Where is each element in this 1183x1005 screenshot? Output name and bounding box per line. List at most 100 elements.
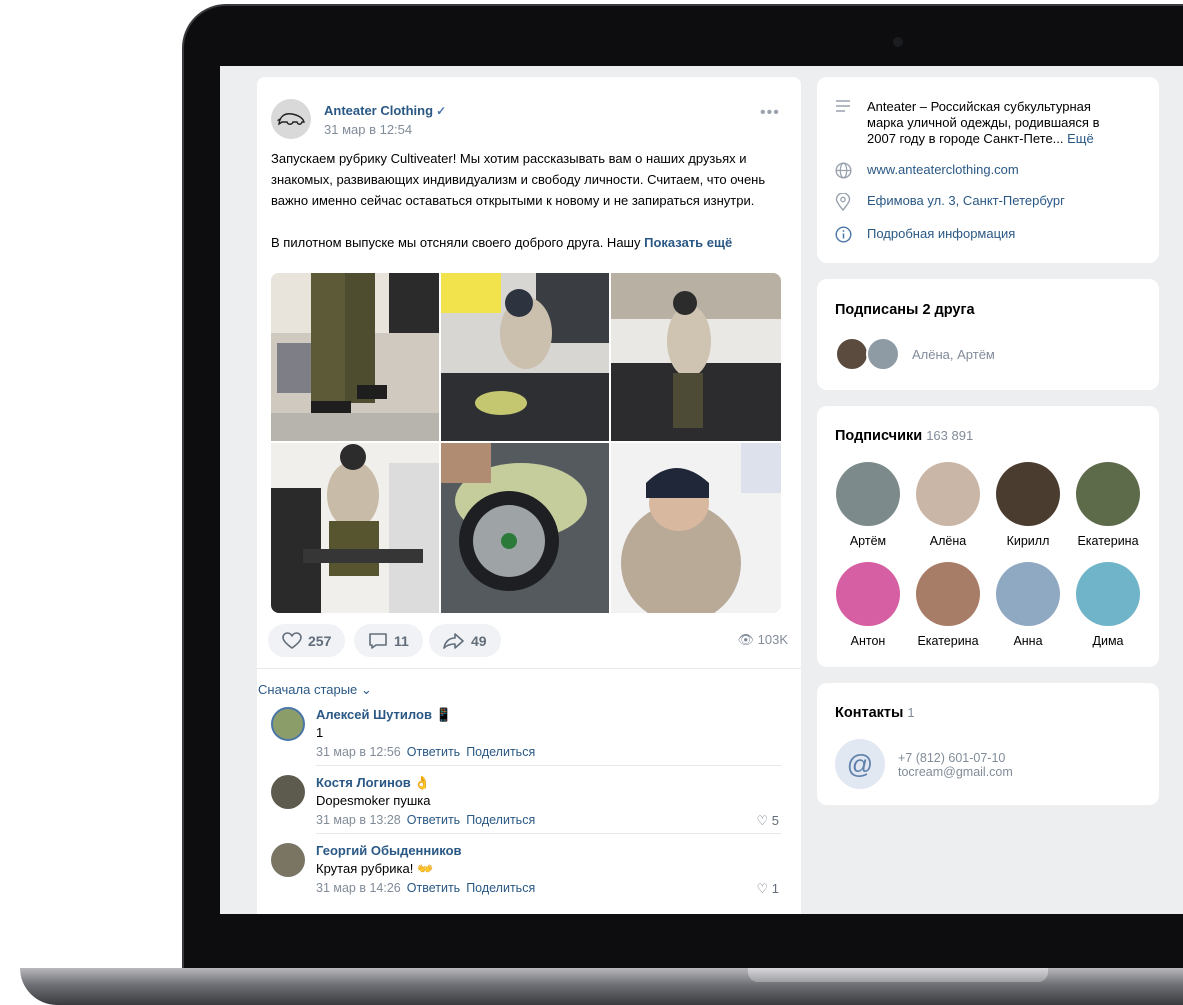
contacts-title[interactable]: Контакты 1: [835, 705, 915, 721]
subscribers-count: 163 891: [926, 428, 974, 443]
comment-like-button[interactable]: ♡ 5: [757, 813, 780, 829]
verified-icon: ✓: [436, 104, 447, 118]
comment-meta: 31 мар в 13:28 Ответить Поделиться: [316, 813, 536, 827]
screen: Anteater Clothing ✓ 31 мар в 12:54 ••• За…: [220, 66, 1183, 914]
comment-avatar[interactable]: [271, 843, 305, 877]
post-text: Запускаем рубрику Cultiveater! Мы хотим …: [271, 148, 791, 253]
anteater-logo-icon: [277, 113, 305, 126]
comment-meta: 31 мар в 14:26 Ответить Поделиться: [316, 881, 536, 895]
subscriber-avatar[interactable]: [836, 562, 900, 626]
photo-1: [271, 273, 439, 441]
globe-icon: [835, 162, 853, 183]
subscriber-item[interactable]: Дима: [1073, 562, 1143, 648]
post-date[interactable]: 31 мар в 12:54: [324, 122, 412, 137]
post-paragraph-2: В пилотном выпуске мы отсняли своего доб…: [271, 235, 733, 250]
share-link[interactable]: Поделиться: [466, 813, 535, 827]
like-count: 257: [308, 632, 332, 649]
friend-avatar[interactable]: [866, 337, 900, 371]
photo-6: [611, 443, 781, 613]
friends-title[interactable]: Подписаны 2 друга: [835, 302, 975, 318]
subscriber-avatar[interactable]: [1076, 462, 1140, 526]
comment-like-button[interactable]: ♡ 1: [757, 881, 780, 897]
subscriber-avatar[interactable]: [996, 462, 1060, 526]
address-link[interactable]: Ефимова ул. 3, Санкт-Петербург: [867, 193, 1065, 215]
comment-author[interactable]: Георгий Обыденников: [316, 843, 462, 858]
comment-button[interactable]: 11: [354, 624, 423, 657]
info-card: Anteater – Российская субкультурная марк…: [817, 77, 1159, 263]
share-link[interactable]: Поделиться: [466, 881, 535, 895]
subscriber-name[interactable]: Алёна: [913, 534, 983, 548]
contact-phone[interactable]: +7 (812) 601-07-10: [898, 751, 1005, 765]
subscriber-item[interactable]: Артём: [833, 462, 903, 548]
subscriber-name[interactable]: Артём: [833, 534, 903, 548]
subscriber-item[interactable]: Кирилл: [993, 462, 1063, 548]
photo-5: [441, 443, 609, 613]
description-row: Anteater – Российская субкультурная марк…: [835, 99, 1117, 147]
comment-icon: [369, 632, 387, 649]
subscriber-item[interactable]: Екатерина: [913, 562, 983, 648]
photo-2: [441, 273, 609, 441]
photo-collage[interactable]: [271, 273, 781, 613]
post-paragraph-1: Запускаем рубрику Cultiveater! Мы хотим …: [271, 151, 766, 208]
subscriber-avatar[interactable]: [916, 562, 980, 626]
author-name[interactable]: Anteater Clothing: [324, 103, 433, 118]
subscriber-name[interactable]: Анна: [993, 634, 1063, 648]
reply-link[interactable]: Ответить: [407, 745, 460, 759]
subscribers-title[interactable]: Подписчики 163 891: [835, 428, 973, 444]
divider: [316, 765, 781, 766]
laptop-notch: [748, 968, 1048, 982]
comment-avatar[interactable]: [271, 707, 305, 741]
comment-sort-dropdown[interactable]: Сначала старые ⌄: [258, 682, 372, 698]
description-more-link[interactable]: Ещё: [1067, 131, 1094, 146]
share-count: 49: [471, 632, 487, 649]
share-link[interactable]: Поделиться: [466, 745, 535, 759]
more-options-icon[interactable]: •••: [760, 104, 780, 122]
info-circle-icon: [835, 226, 853, 247]
details-link[interactable]: Подробная информация: [867, 226, 1015, 247]
details-row: Подробная информация: [835, 226, 1015, 247]
comment-avatar[interactable]: [271, 775, 305, 809]
comment-author[interactable]: Костя Логинов 👌: [316, 775, 431, 791]
post-actions: 257 11 49 👁 103K: [268, 624, 788, 658]
heart-icon: [282, 631, 302, 649]
subscriber-name[interactable]: Кирилл: [993, 534, 1063, 548]
subscriber-item[interactable]: Анна: [993, 562, 1063, 648]
reply-link[interactable]: Ответить: [407, 813, 460, 827]
share-button[interactable]: 49: [429, 624, 501, 657]
contacts-card: Контакты 1 @ +7 (812) 601-07-10 tocream@…: [817, 683, 1159, 805]
subscriber-name[interactable]: Дима: [1073, 634, 1143, 648]
subscriber-item[interactable]: Екатерина: [1073, 462, 1143, 548]
subscriber-avatar[interactable]: [996, 562, 1060, 626]
subscriber-avatar[interactable]: [836, 462, 900, 526]
subscriber-avatar[interactable]: [1076, 562, 1140, 626]
website-link[interactable]: www.anteaterclothing.com: [867, 162, 1019, 183]
address-row: Ефимова ул. 3, Санкт-Петербург: [835, 192, 1065, 215]
subscriber-name[interactable]: Антон: [833, 634, 903, 648]
share-arrow-icon: [443, 632, 464, 649]
views-counter: 👁 103K: [737, 632, 788, 648]
friend-avatar[interactable]: [835, 337, 869, 371]
photo-4: [271, 443, 439, 613]
post-author[interactable]: Anteater Clothing ✓: [324, 103, 446, 118]
subscriber-item[interactable]: Алёна: [913, 462, 983, 548]
like-button[interactable]: 257: [268, 624, 346, 657]
subscriber-name[interactable]: Екатерина: [1073, 534, 1143, 548]
subscribers-card: Подписчики 163 891 Артём Алёна Кирилл Екате…: [817, 406, 1159, 667]
website-row: www.anteaterclothing.com: [835, 162, 1019, 183]
reply-link[interactable]: Ответить: [407, 881, 460, 895]
contacts-count: 1: [907, 705, 915, 720]
group-avatar[interactable]: [271, 99, 311, 139]
friends-card: Подписаны 2 друга Алёна, Артём: [817, 279, 1159, 390]
eye-icon: 👁: [737, 632, 754, 647]
contact-email[interactable]: tocream@gmail.com: [898, 765, 1013, 779]
subscriber-avatar[interactable]: [916, 462, 980, 526]
comment-meta: 31 мар в 12:56 Ответить Поделиться: [316, 745, 536, 759]
show-more-link[interactable]: Показать ещё: [644, 235, 732, 250]
photo-grid: [271, 273, 781, 613]
subscriber-name[interactable]: Екатерина: [913, 634, 983, 648]
subscriber-item[interactable]: Антон: [833, 562, 903, 648]
comment-text: Dopesmoker пушка: [316, 793, 431, 808]
comment-author[interactable]: Алексей Шутилов 📱: [316, 707, 452, 723]
divider: [316, 833, 781, 834]
comment-count: 11: [394, 632, 409, 649]
